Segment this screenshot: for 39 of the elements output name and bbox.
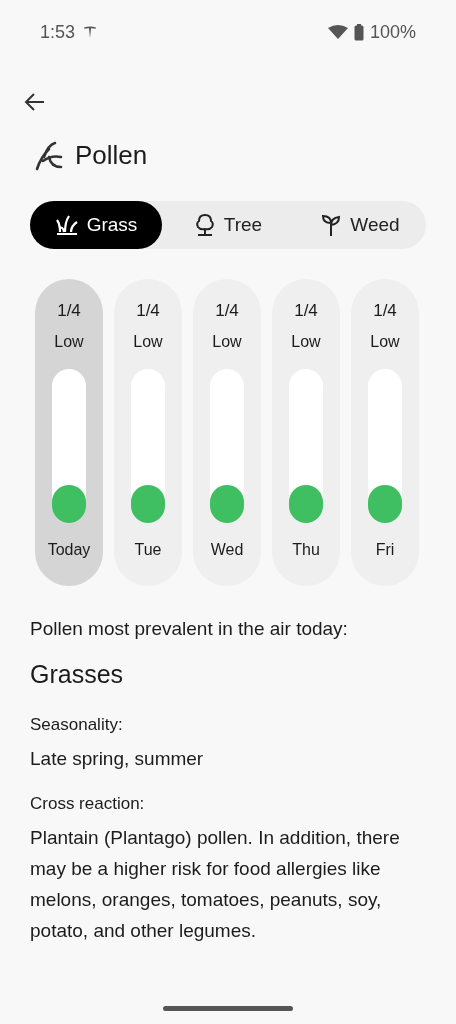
day-label: Wed bbox=[210, 541, 244, 559]
plant-tab[interactable]: Weed bbox=[294, 201, 426, 249]
battery-percent: 100% bbox=[369, 21, 416, 43]
page-title: Pollen bbox=[75, 140, 148, 171]
index-value: 1/4 bbox=[294, 301, 318, 321]
index-category: Low bbox=[133, 333, 163, 351]
detail-text: Plantain (Plantago) pollen. In addition, there may be a higher risk for food allergies like melons, oranges, tomatoes, peanuts, soy, potato, and other legumes. bbox=[30, 826, 401, 943]
forecast-day-card[interactable]: 1/4 Low Tue bbox=[114, 279, 182, 586]
plant-tab[interactable]: Tree bbox=[162, 201, 294, 249]
grass-icon bbox=[54, 214, 79, 236]
day-label: Today bbox=[47, 541, 91, 559]
plant-tab[interactable]: Grass bbox=[30, 201, 162, 249]
index-category: Low bbox=[370, 333, 400, 351]
index-category: Low bbox=[291, 333, 321, 351]
detail-label: Seasonality: bbox=[30, 715, 124, 735]
detail-label: Cross reaction: bbox=[30, 794, 146, 814]
forecast-day-card[interactable]: 1/4 Low Today bbox=[35, 279, 103, 586]
index-value: 1/4 bbox=[57, 301, 81, 321]
wifi-icon bbox=[327, 25, 348, 39]
sprout-icon bbox=[320, 213, 343, 237]
index-category: Low bbox=[54, 333, 84, 351]
day-label: Fri bbox=[375, 541, 395, 559]
forecast-day-card[interactable]: 1/4 Low Wed bbox=[193, 279, 261, 586]
forecast-day-card[interactable]: 1/4 Low Thu bbox=[272, 279, 340, 586]
detail-text: Late spring, summer bbox=[30, 747, 205, 771]
tree-icon bbox=[193, 213, 216, 237]
forecast-day-card[interactable]: 1/4 Low Fri bbox=[351, 279, 419, 586]
section-heading: Pollen most prevalent in the air today: bbox=[30, 618, 349, 640]
day-label: Thu bbox=[292, 541, 320, 559]
index-value: 1/4 bbox=[136, 301, 160, 321]
status-time: 1:53 bbox=[40, 21, 76, 43]
battery-icon bbox=[353, 23, 364, 41]
plant-name: Grasses bbox=[30, 660, 125, 689]
pollen-icon bbox=[35, 140, 63, 171]
index-value: 1/4 bbox=[373, 301, 397, 321]
index-value: 1/4 bbox=[215, 301, 239, 321]
back-arrow-icon[interactable] bbox=[24, 92, 46, 112]
day-label: Tue bbox=[134, 541, 162, 559]
index-category: Low bbox=[212, 333, 242, 351]
